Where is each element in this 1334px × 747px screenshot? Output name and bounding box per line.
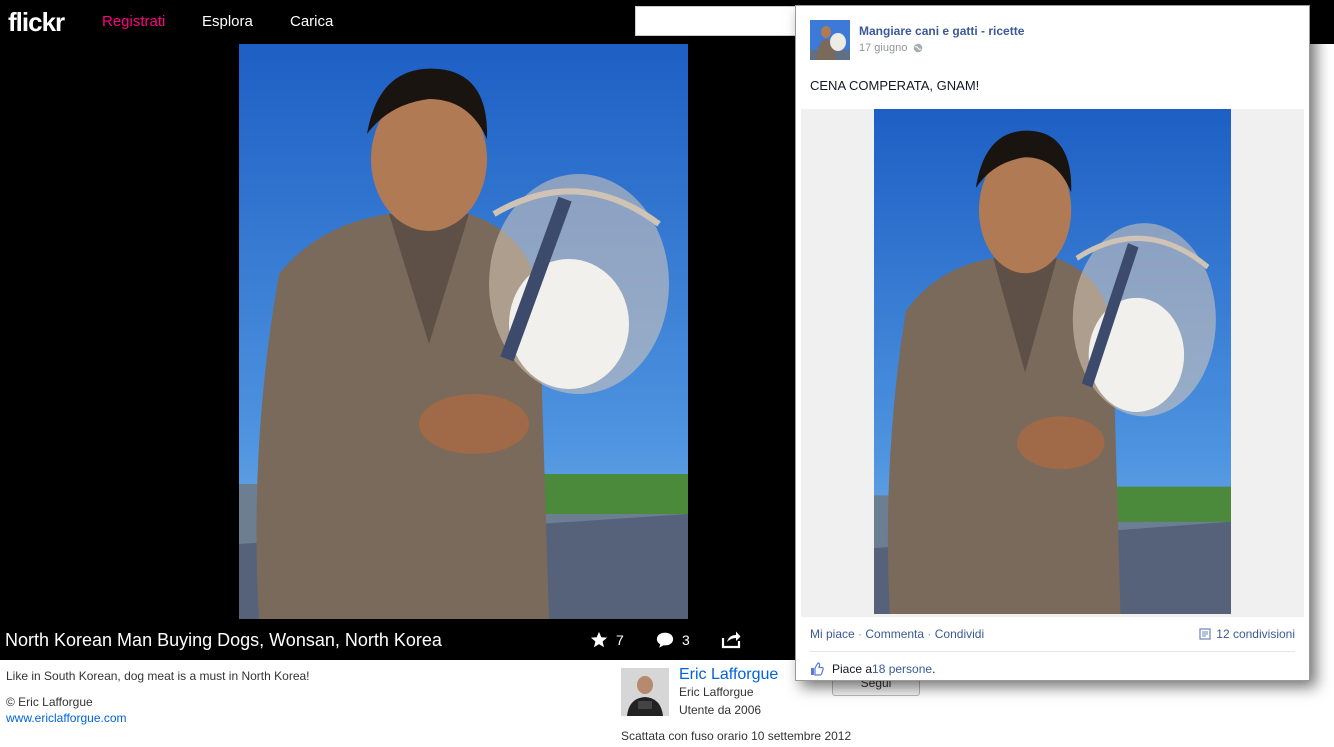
faves-count[interactable]: 7 [590, 630, 624, 650]
author-name: Eric Lafforgue [679, 685, 754, 699]
photo-copyright: © Eric Lafforgue [6, 695, 93, 709]
post-actions: Mi piace · Commenta · Condividi [810, 627, 984, 641]
photo-title: North Korean Man Buying Dogs, Wonsan, No… [5, 630, 442, 650]
comment-link[interactable]: Commenta [865, 627, 924, 641]
page-name-link[interactable]: Mangiare cani e gatti - ricette [859, 24, 1024, 38]
like-link[interactable]: Mi piace [810, 627, 855, 641]
shares-icon [1199, 628, 1211, 640]
globe-icon [914, 43, 923, 53]
page-avatar[interactable] [810, 20, 850, 60]
comments-count[interactable]: 3 [656, 630, 690, 650]
comment-icon [656, 632, 674, 648]
author-avatar[interactable] [621, 668, 669, 716]
post-date-label: 17 giugno [859, 42, 908, 54]
taken-timezone-info: Scattata con fuso orario 10 settembre 20… [621, 729, 852, 743]
post-photo-container [801, 109, 1304, 617]
faves-count-label: 7 [616, 632, 624, 648]
action-separator: · [858, 627, 863, 641]
member-since: Utente da 2006 [679, 703, 762, 717]
likes-prefix: Piace a [832, 662, 873, 676]
post-photo[interactable] [874, 109, 1231, 614]
comments-count-label: 3 [682, 632, 690, 648]
shares-count[interactable]: 12 condivisioni [1199, 627, 1295, 641]
likes-summary: Piace a 18 persone. [810, 662, 935, 676]
nav-register-link[interactable]: Registrati [102, 13, 165, 30]
facebook-post-card: Mangiare cani e gatti - ricette 17 giugn… [795, 5, 1310, 681]
flickr-logo[interactable]: flickr [8, 7, 65, 38]
action-separator: · [927, 627, 932, 641]
facebook-post-body: Mangiare cani e gatti - ricette 17 giugn… [800, 6, 1305, 680]
divider [810, 651, 1295, 652]
search-input[interactable] [635, 6, 805, 36]
photo-description: Like in South Korean, dog meat is a must… [6, 669, 310, 683]
nav-upload-link[interactable]: Carica [290, 13, 333, 30]
author-name-link[interactable]: Eric Lafforgue [679, 666, 778, 684]
post-date[interactable]: 17 giugno [859, 42, 923, 54]
post-text: CENA COMPERATA, GNAM! [810, 78, 980, 93]
likes-people-link[interactable]: 18 persone [872, 662, 932, 676]
likes-suffix: . [932, 662, 936, 676]
nav-explore-link[interactable]: Esplora [202, 13, 253, 30]
share-icon[interactable] [721, 629, 741, 649]
star-icon [590, 631, 608, 648]
main-photo[interactable] [239, 44, 688, 619]
thumbs-up-icon [811, 662, 824, 676]
author-website-link[interactable]: www.ericlafforgue.com [6, 711, 127, 725]
share-link[interactable]: Condividi [935, 627, 984, 641]
shares-count-label: 12 condivisioni [1216, 627, 1295, 641]
